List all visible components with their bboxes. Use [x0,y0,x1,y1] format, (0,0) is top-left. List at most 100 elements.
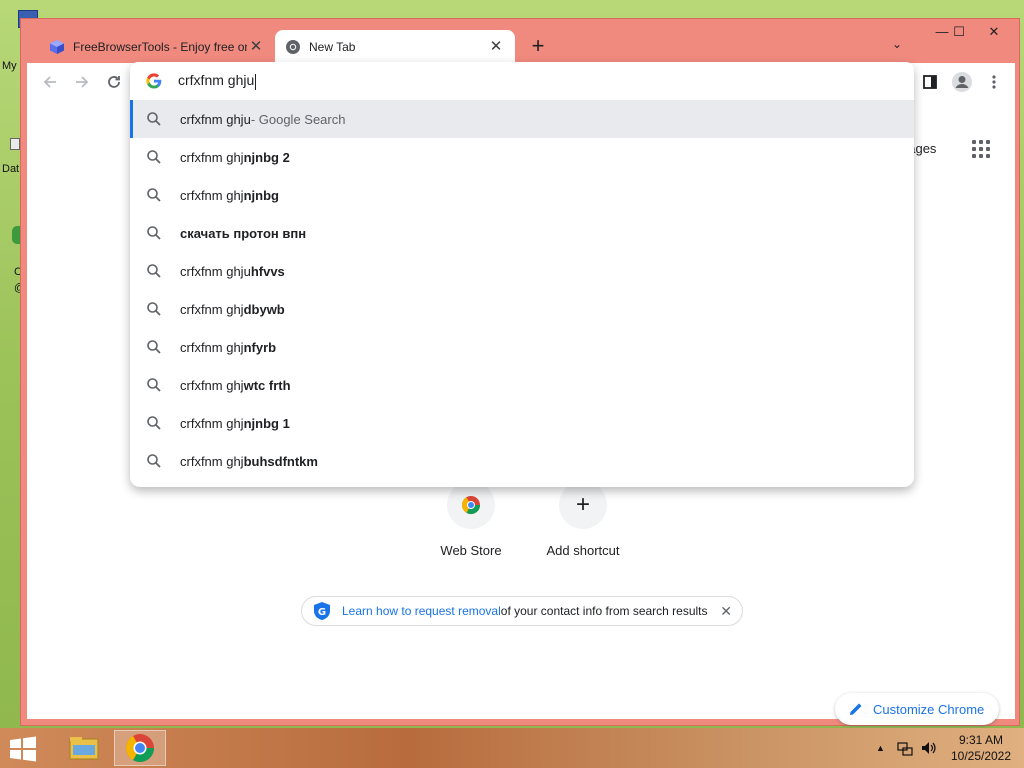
shortcut-add[interactable]: + Add shortcut [523,481,643,558]
side-panel-icon [923,75,937,89]
shortcut-tile: + [559,481,607,529]
window-close-button[interactable]: ✕ [979,21,1009,43]
close-icon[interactable]: ✕ [247,38,265,56]
suggestion-prefix: crfxfnm ghju [180,263,251,279]
tab-new-tab[interactable]: New Tab ✕ [275,30,515,63]
suggestion-hint: - Google Search [250,111,346,127]
suggestion-prefix: crfxfnm ghj [180,377,244,393]
suggestion-prefix: crfxfnm ghj [180,187,244,203]
customize-label: Customize Chrome [873,701,985,717]
cube-icon [50,39,64,54]
close-icon[interactable]: ✕ [487,38,505,56]
menu-button[interactable] [981,69,1007,95]
tab-title: FreeBrowserTools - Enjoy free on [73,39,247,54]
suggestion-item[interactable]: crfxfnm ghj njnbg 1 [130,404,914,442]
tab-title: New Tab [309,39,356,54]
suggestion-item[interactable]: crfxfnm ghju hfvvs [130,252,914,290]
suggestion-item[interactable]: crfxfnm ghj njnbg [130,176,914,214]
suggestion-prefix: crfxfnm ghju [180,111,251,127]
google-g-icon [146,73,162,89]
kebab-menu-icon [992,75,996,89]
suggestion-prefix: crfxfnm ghj [180,339,244,355]
suggestion-completion: скачать протон впн [180,225,307,241]
arrow-right-icon [76,76,89,88]
side-panel-button[interactable] [917,69,943,95]
shortcut-label: Add shortcut [546,543,620,558]
removal-notice: G Learn how to request removal of your c… [301,596,743,626]
suggestion-item[interactable]: crfxfnm ghj dbywb [130,290,914,328]
suggestion-item[interactable]: crfxfnm ghj nfyrb [130,328,914,366]
shortcut-label: Web Store [440,543,502,558]
omnibox-dropdown: crfxfnm ghju crfxfnm ghju - Google Searc… [130,62,914,487]
suggestion-item[interactable]: crfxfnm ghju - Google Search [130,100,914,138]
apps-grid-icon[interactable] [971,139,991,159]
desktop-label: Dat [2,163,20,175]
suggestion-item[interactable]: crfxfnm ghj wtc frth [130,366,914,404]
maximize-button[interactable]: ☐ [944,21,974,43]
suggestion-completion: wtc frth [243,377,291,393]
suggestion-list: crfxfnm ghju - Google Search crfxfnm ghj n… [130,100,914,480]
chrome-icon [126,734,154,762]
system-clock[interactable]: 9:31 AM 10/25/2022 [946,732,1016,764]
back-button[interactable] [37,69,63,95]
search-icon [147,302,161,316]
chevron-down-icon[interactable]: ⌄ [887,37,907,57]
search-icon [147,340,161,354]
new-tab-button[interactable]: + [526,35,550,59]
search-icon [147,188,161,202]
reload-icon [108,76,120,88]
plus-icon: + [575,491,590,518]
suggestion-completion: dbywb [243,301,285,317]
pencil-icon [850,703,862,715]
file-explorer-taskbar-button[interactable] [58,730,110,766]
suggestion-item[interactable]: crfxfnm ghj buhsdfntkm [130,442,914,480]
search-icon [147,112,161,126]
folder-icon [69,737,99,760]
suggestion-item[interactable]: crfxfnm ghj njnbg 2 [130,138,914,176]
shield-google-icon: G [314,602,330,620]
chrome-taskbar-button[interactable] [114,730,166,766]
removal-link[interactable]: Learn how to request removal [342,604,501,618]
suggestion-completion: buhsdfntkm [243,453,318,469]
suggestion-prefix: crfxfnm ghj [180,149,244,165]
suggestion-completion: nfyrb [243,339,277,355]
suggestion-item[interactable]: скачать протон впн [130,214,914,252]
tray-arrow-icon[interactable]: ▲ [876,743,885,753]
taskbar: ▲ 9:31 AM 10/25/2022 [0,728,1024,768]
windows-start-icon[interactable] [8,736,38,762]
address-bar[interactable]: crfxfnm ghju [130,62,914,100]
clock-date: 10/25/2022 [950,749,1012,763]
suggestion-completion: njnbg 2 [243,149,290,165]
svg-text:G: G [318,607,326,618]
suggestion-completion: hfvvs [250,263,285,279]
search-icon [147,378,161,392]
volume-icon[interactable] [921,740,937,756]
network-icon[interactable] [897,740,913,756]
customize-chrome-button[interactable]: Customize Chrome [835,693,999,725]
profile-button[interactable] [949,69,975,95]
tab-freebrowsertools[interactable]: FreeBrowserTools - Enjoy free on ✕ [39,30,275,63]
profile-icon [952,72,972,92]
close-icon[interactable]: ✕ [720,603,732,620]
chrome-web-store-icon [462,496,480,515]
desktop-label: My [2,60,17,72]
suggestion-prefix: crfxfnm ghj [180,415,244,431]
suggestion-prefix: crfxfnm ghj [180,301,244,317]
reload-button[interactable] [101,69,127,95]
clock-time: 9:31 AM [958,733,1004,747]
search-icon [147,454,161,468]
chrome-icon [286,39,300,54]
suggestion-completion: njnbg [243,187,279,203]
notice-text: of your contact info from search results [500,604,708,618]
address-input-value[interactable]: crfxfnm ghju [178,72,257,90]
shortcut-tile [447,481,495,529]
forward-button[interactable] [69,69,95,95]
suggestion-completion: njnbg 1 [243,415,290,431]
search-icon [147,226,161,240]
suggestion-prefix: crfxfnm ghj [180,453,244,469]
search-icon [147,150,161,164]
tab-strip: FreeBrowserTools - Enjoy free on ✕ New T… [21,19,1019,63]
arrow-left-icon [43,76,56,88]
shortcut-web-store[interactable]: Web Store [411,481,531,558]
search-icon [147,264,161,278]
